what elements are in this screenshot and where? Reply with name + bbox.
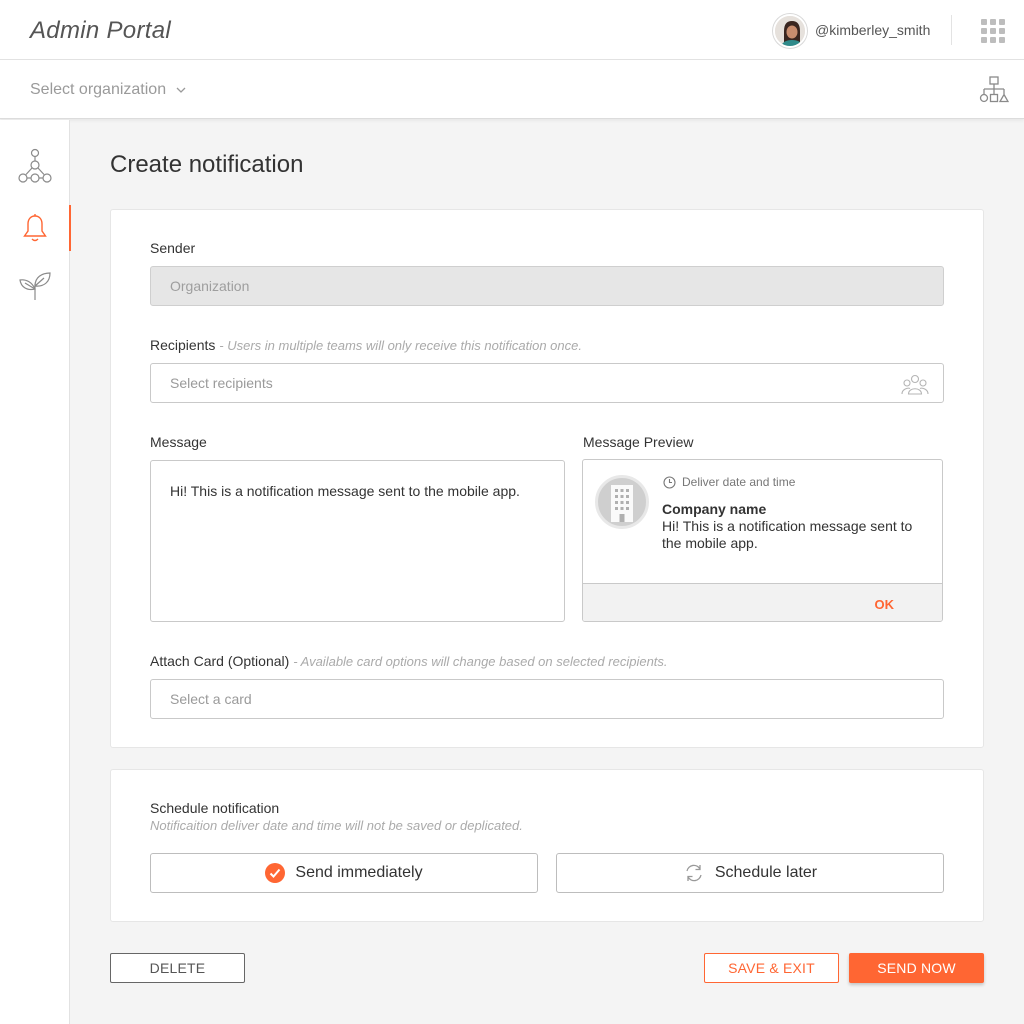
leaf-icon <box>19 272 51 300</box>
app-title: Admin Portal <box>30 17 171 44</box>
send-immediately-label: Send immediately <box>295 864 423 881</box>
apps-grid-icon[interactable] <box>981 19 1005 43</box>
network-icon <box>18 148 52 183</box>
sidebar-item-growth[interactable] <box>0 263 70 309</box>
username[interactable]: @kimberley_smith <box>815 22 930 38</box>
preview-ok-button[interactable]: OK <box>875 597 895 612</box>
preview-deliver-time: Deliver date and time <box>663 475 795 489</box>
check-circle-icon <box>265 863 286 883</box>
recipients-label-row: Recipients - Users in multiple teams wil… <box>150 337 582 353</box>
sender-field: Organization <box>150 266 944 306</box>
send-now-button[interactable]: SEND NOW <box>849 953 984 983</box>
recipients-label: Recipients <box>150 337 216 353</box>
schedule-title: Schedule notification <box>150 800 280 816</box>
org-chart-icon[interactable] <box>979 75 1010 110</box>
attach-card-label: Attach Card (Optional) <box>150 653 290 669</box>
message-value: Hi! This is a notification message sent … <box>170 483 520 499</box>
group-icon <box>901 374 929 395</box>
schedule-later-option[interactable]: Schedule later <box>556 853 944 893</box>
attach-card-hint: - Available card options will change bas… <box>293 654 668 669</box>
preview-deliver-label: Deliver date and time <box>682 475 796 489</box>
organization-bar: Select organization <box>0 60 1024 119</box>
header-divider <box>951 15 952 45</box>
recipients-input[interactable]: Select recipients <box>150 363 944 403</box>
preview-message-text: Hi! This is a notification message sent … <box>662 518 913 551</box>
attach-card-select[interactable]: Select a card <box>150 679 944 719</box>
sidebar-item-notifications[interactable] <box>0 205 71 251</box>
attach-card-placeholder: Select a card <box>170 691 252 707</box>
delete-button[interactable]: DELETE <box>110 953 245 983</box>
schedule-later-label: Schedule later <box>714 864 818 881</box>
recipients-placeholder: Select recipients <box>170 375 273 391</box>
sidebar-item-network[interactable] <box>0 143 70 189</box>
message-preview-label: Message Preview <box>583 434 694 450</box>
page-title: Create notification <box>110 151 304 178</box>
send-immediately-option[interactable]: Send immediately <box>150 853 538 893</box>
message-preview-card: Deliver date and time Company name Hi! T… <box>582 459 943 622</box>
chevron-down-icon <box>176 87 186 93</box>
attach-card-label-row: Attach Card (Optional) - Available card … <box>150 653 668 669</box>
recipients-hint: - Users in multiple teams will only rece… <box>219 338 582 353</box>
organization-select-label: Select organization <box>30 81 167 98</box>
clock-icon <box>663 475 676 489</box>
company-avatar <box>595 475 649 529</box>
sender-label: Sender <box>150 240 196 256</box>
refresh-icon <box>686 864 702 882</box>
message-textarea[interactable]: Hi! This is a notification message sent … <box>150 460 565 622</box>
schedule-card <box>110 769 984 922</box>
save-exit-button[interactable]: SAVE & EXIT <box>704 953 839 983</box>
preview-company-name: Company name <box>662 501 767 517</box>
sidebar <box>0 120 71 1024</box>
top-bar: Admin Portal @kimberley_smith <box>0 0 1024 60</box>
building-icon <box>611 485 633 522</box>
user-avatar[interactable] <box>773 14 807 48</box>
organization-select[interactable]: Select organization <box>30 81 186 99</box>
preview-footer: OK <box>583 583 942 621</box>
bell-icon <box>23 214 47 242</box>
sender-value: Organization <box>170 278 250 294</box>
message-label: Message <box>150 434 207 450</box>
schedule-subtitle: Notificaition deliver date and time will… <box>150 818 523 833</box>
